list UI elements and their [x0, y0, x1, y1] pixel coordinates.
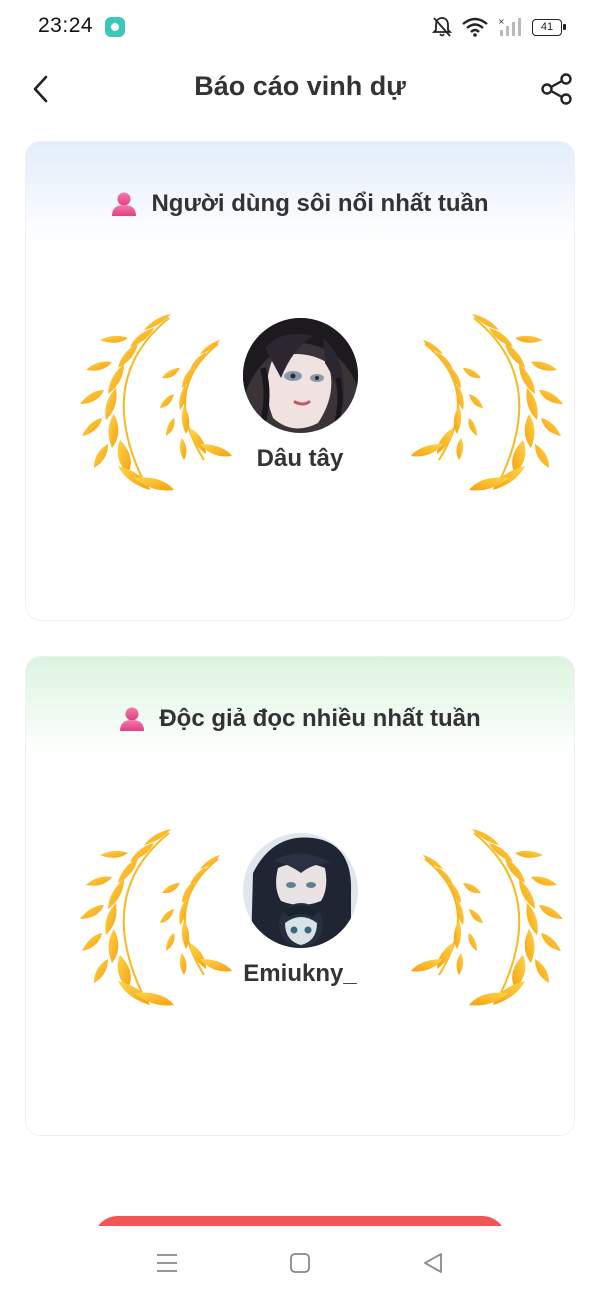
honor-card-most-active: Người dùng sôi nổi nhất tuần Dâu tây [25, 141, 575, 621]
status-icons: × 41 [432, 14, 566, 40]
signal-icon: × [498, 17, 521, 36]
honor-card-top-reader: Độc giả đọc nhiều nhất tuần Emiukny_ [25, 656, 575, 1136]
battery-icon: 41 [532, 18, 566, 36]
card-title: Người dùng sôi nổi nhất tuần [151, 190, 489, 217]
card-title: Độc giả đọc nhiều nhất tuần [159, 705, 481, 732]
username: Emiukny_ [243, 960, 357, 987]
mute-bell-icon [432, 17, 452, 37]
status-bar: 23:24 × 41 [0, 0, 600, 54]
user-icon [112, 192, 137, 216]
user-icon [120, 707, 145, 731]
app-notification-icon [105, 17, 125, 37]
wifi-icon [462, 17, 488, 37]
nav-menu-button[interactable] [147, 1243, 187, 1283]
avatar[interactable] [243, 318, 358, 433]
nav-home-button[interactable] [280, 1243, 320, 1283]
svg-text:×: × [498, 17, 505, 26]
menu-icon [156, 1254, 177, 1272]
system-nav-bar [0, 1226, 600, 1300]
card-header: Độc giả đọc nhiều nhất tuần [26, 705, 574, 733]
share-button[interactable] [534, 66, 580, 112]
back-triangle-icon [424, 1253, 443, 1273]
home-square-icon [290, 1253, 310, 1273]
status-time: 23:24 [38, 14, 94, 37]
card-header: Người dùng sôi nổi nhất tuần [26, 190, 574, 218]
page-title: Báo cáo vinh dự [194, 71, 406, 101]
nav-back-button[interactable] [413, 1243, 453, 1283]
header: Báo cáo vinh dự [0, 54, 600, 124]
share-icon [541, 73, 572, 105]
avatar[interactable] [243, 833, 358, 948]
username: Dâu tây [256, 445, 344, 472]
